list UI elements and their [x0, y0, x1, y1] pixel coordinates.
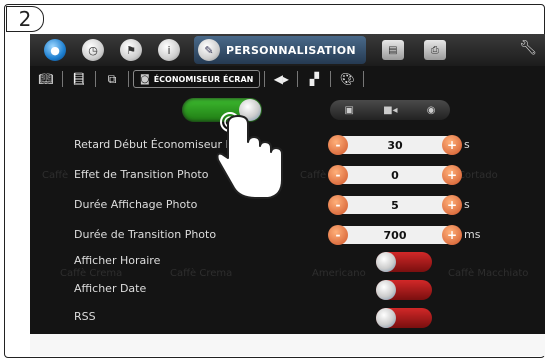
book-icon[interactable]: 📖︎	[34, 71, 58, 87]
row-label: Durée Affichage Photo	[74, 198, 198, 211]
speaker-icon[interactable]: ◀▸	[269, 71, 293, 87]
screensaver-mode-selector[interactable]: ▣ ■◂ ◉	[330, 100, 450, 120]
stepper-value: 5	[391, 198, 399, 212]
increment-button[interactable]: +	[442, 195, 462, 215]
divider	[62, 71, 63, 87]
image-icon[interactable]: ▞	[302, 71, 326, 87]
pencil-icon: ✎	[198, 39, 220, 61]
show-date-toggle[interactable]	[376, 280, 432, 300]
tab-personnalisation[interactable]: ✎ PERSONNALISATION	[194, 36, 366, 64]
info-icon[interactable]: i	[158, 39, 180, 61]
stepper-value: 700	[383, 228, 407, 242]
row-label: Durée de Transition Photo	[74, 228, 217, 241]
divider	[264, 71, 266, 87]
toggle-label: RSS	[74, 310, 96, 323]
clock-icon[interactable]: ◷	[82, 39, 104, 61]
divider	[128, 71, 129, 87]
slideshow-icon[interactable]: ⧉	[100, 71, 124, 87]
toggle-knob	[376, 280, 396, 300]
palette-icon[interactable]: 🎨︎	[335, 71, 359, 87]
toggle-knob	[376, 308, 396, 328]
machine-screen: Caffè Caffè Cortado Caffè Crema Caffè Cr…	[30, 34, 545, 334]
increment-button[interactable]: +	[442, 135, 462, 155]
value-stepper: - 5 +	[328, 195, 462, 215]
divider	[95, 71, 96, 87]
flag-icon[interactable]: ⚑	[120, 39, 142, 61]
increment-button[interactable]: +	[442, 225, 462, 245]
sub-tab-bar: 📖︎ 📘︎ ⧉ ◙ ÉCONOMISEUR ÉCRAN ◀▸ ▞ 🎨︎	[30, 68, 545, 90]
tab-economiseur-ecran-label: ÉCONOMISEUR ÉCRAN	[153, 74, 254, 84]
show-time-toggle[interactable]	[376, 252, 432, 272]
toggle-label: Afficher Date	[74, 282, 147, 295]
circle-mode-icon[interactable]: ◉	[427, 105, 436, 116]
slideshow-mode-icon[interactable]: ▣	[345, 105, 354, 116]
toggle-label: Afficher Horaire	[74, 254, 161, 267]
stepper-value: 0	[391, 168, 399, 182]
unit-label: s	[464, 198, 470, 211]
printer-icon[interactable]: ⎙	[423, 40, 446, 60]
divider	[363, 71, 365, 87]
background-word: Caffè Crema	[60, 268, 123, 279]
decrement-button[interactable]: -	[328, 195, 348, 215]
unit-label: s	[464, 138, 470, 151]
decrement-button[interactable]: -	[328, 165, 348, 185]
value-stepper: - 700 +	[328, 225, 462, 245]
value-stepper: - 0 +	[328, 165, 462, 185]
decrement-button[interactable]: -	[328, 135, 348, 155]
background-word: Caffè Macchiato	[448, 268, 529, 279]
stepper-value: 30	[387, 138, 403, 152]
screen-bottom-bezel	[30, 334, 545, 356]
video-mode-icon[interactable]: ■◂	[383, 105, 397, 116]
unit-label: ms	[464, 228, 481, 241]
decrement-button[interactable]: -	[328, 225, 348, 245]
background-word: Americano	[312, 268, 366, 279]
pointing-hand-icon	[216, 112, 283, 199]
row-label: Effet de Transition Photo	[74, 168, 209, 181]
tab-economiseur-ecran[interactable]: ◙ ÉCONOMISEUR ÉCRAN	[133, 70, 261, 88]
background-word: Caffè	[300, 170, 327, 181]
screen-icon[interactable]: ▤	[381, 40, 404, 60]
increment-button[interactable]: +	[442, 165, 462, 185]
tab-personnalisation-label: PERSONNALISATION	[226, 43, 356, 57]
toggle-knob	[376, 252, 396, 272]
background-word: Caffè	[42, 170, 69, 181]
divider	[297, 71, 299, 87]
step-number-badge: 2	[6, 6, 44, 32]
background-word: Cortado	[458, 170, 498, 181]
value-stepper: - 30 +	[328, 135, 462, 155]
background-word: Caffè Crema	[170, 268, 233, 279]
book-image-icon[interactable]: 📘︎	[67, 71, 91, 87]
main-tab-bar: ● ◷ ⚑ i ✎ PERSONNALISATION ▤ ⎙ 🔧︎	[30, 34, 545, 66]
screensaver-icon: ◙	[140, 73, 150, 85]
divider	[330, 71, 332, 87]
rss-toggle[interactable]	[376, 308, 432, 328]
drop-icon[interactable]: ●	[44, 39, 66, 61]
wrench-icon[interactable]: 🔧︎	[519, 40, 537, 56]
